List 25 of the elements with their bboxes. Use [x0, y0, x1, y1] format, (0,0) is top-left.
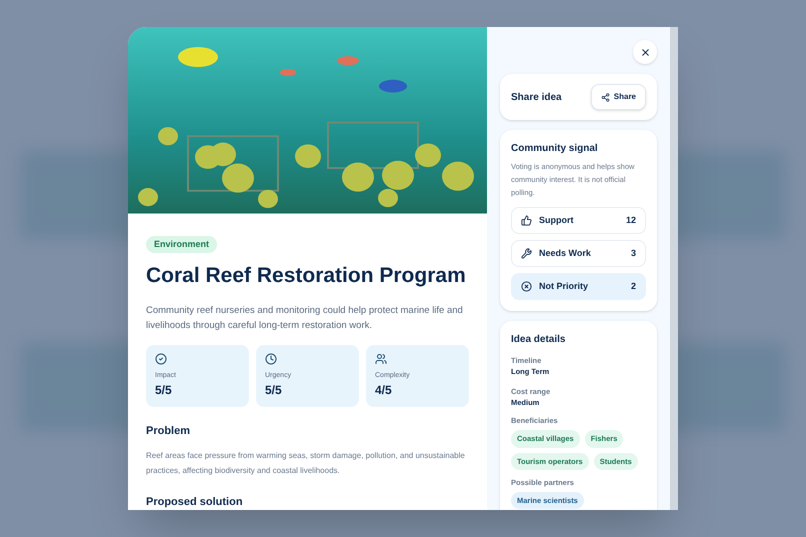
metric-value: 5/5 [155, 382, 173, 399]
people-icon [375, 352, 387, 364]
thumbs-up-icon [521, 215, 532, 226]
category-tag: Environment [146, 236, 218, 253]
idea-summary: Community reef nurseries and monitoring could help protect marine life and livelihoods through careful long-term restoration work. [146, 304, 464, 332]
share-title: Share idea [511, 90, 562, 104]
share-button[interactable]: Share [590, 84, 646, 110]
idea-title: Coral Reef Restoration Program [146, 262, 467, 288]
section-heading: Problem [146, 424, 192, 439]
x-circle-icon [521, 281, 532, 292]
section-text: Reef areas face pressure from warming seas, storm damage, pollution, and unsustainable practices, affecting biodiversity and coastal livelihoods. [146, 450, 466, 477]
vote-option[interactable]: Support 12 [511, 207, 646, 234]
clock-icon [265, 352, 277, 364]
close-button[interactable] [633, 40, 657, 64]
wrench-icon [521, 248, 532, 259]
section-heading: Proposed solution [146, 494, 244, 510]
share-icon [600, 92, 610, 102]
signal-title: Community signal [511, 142, 599, 156]
check-circle-icon [155, 352, 167, 364]
details-title: Idea details [511, 333, 566, 347]
metric-value: 5/5 [265, 382, 283, 399]
vote-option[interactable]: Not Priority 2 [511, 273, 646, 300]
close-icon [640, 46, 650, 58]
vote-option[interactable]: Needs Work 3 [511, 240, 646, 267]
metric-value: 4/5 [375, 382, 393, 399]
